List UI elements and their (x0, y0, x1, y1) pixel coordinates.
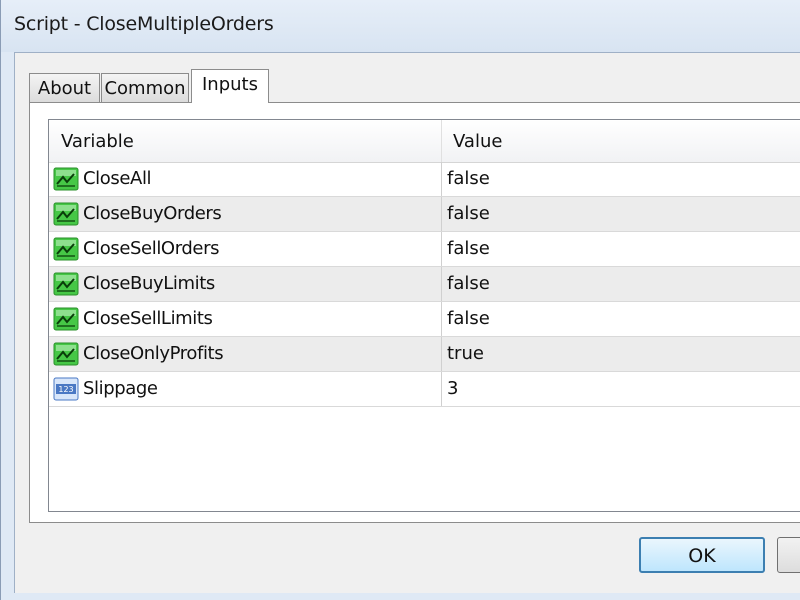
table-row[interactable]: CloseBuyOrders false (49, 197, 800, 232)
inputs-grid: Variable Value CloseAll false CloseBuyOrde… (48, 119, 800, 512)
variable-name: CloseOnlyProfits (83, 343, 224, 364)
column-divider (441, 197, 442, 231)
variable-name: Slippage (83, 378, 158, 399)
dialog-client-area: About Common Inputs Variable Value Close… (14, 52, 800, 593)
bool-param-icon (53, 272, 79, 296)
tab-common[interactable]: Common (101, 73, 189, 102)
table-row[interactable]: CloseBuyLimits false (49, 267, 800, 302)
variable-value[interactable]: 3 (447, 372, 458, 406)
title-bar[interactable]: Script - CloseMultipleOrders (1, 0, 800, 52)
bool-param-icon (53, 307, 79, 331)
column-divider (441, 372, 442, 406)
column-header-variable[interactable]: Variable (61, 120, 134, 162)
ok-button[interactable]: OK (639, 537, 765, 573)
bool-param-icon (53, 342, 79, 366)
grid-header: Variable Value (49, 120, 800, 163)
numeric-123-icon: 123 (53, 377, 79, 401)
numeric-icon-text: 123 (58, 385, 73, 394)
column-divider (441, 232, 442, 266)
tab-about[interactable]: About (29, 73, 100, 102)
bool-param-icon (53, 167, 79, 191)
inputs-tab-panel: Variable Value CloseAll false CloseBuyOrde… (29, 102, 800, 523)
table-row[interactable]: CloseSellOrders false (49, 232, 800, 267)
variable-name: CloseAll (83, 168, 152, 189)
cancel-button[interactable] (777, 537, 800, 573)
column-divider[interactable] (441, 120, 442, 162)
bool-param-icon (53, 202, 79, 226)
variable-name: CloseSellLimits (83, 308, 213, 329)
variable-value[interactable]: false (447, 232, 490, 266)
dialog-window: Script - CloseMultipleOrders About Commo… (0, 0, 800, 600)
tab-inputs[interactable]: Inputs (191, 69, 269, 103)
variable-value[interactable]: true (447, 337, 484, 371)
column-divider (441, 302, 442, 336)
column-header-value[interactable]: Value (453, 120, 502, 162)
variable-value[interactable]: false (447, 162, 490, 196)
variable-value[interactable]: false (447, 267, 490, 301)
table-row[interactable]: CloseAll false (49, 162, 800, 197)
table-row[interactable]: 123 Slippage 3 (49, 372, 800, 407)
column-divider (441, 337, 442, 371)
variable-name: CloseBuyOrders (83, 203, 222, 224)
bool-param-icon (53, 237, 79, 261)
variable-value[interactable]: false (447, 197, 490, 231)
variable-name: CloseBuyLimits (83, 273, 215, 294)
column-divider (441, 162, 442, 196)
table-row[interactable]: CloseOnlyProfits true (49, 337, 800, 372)
table-row[interactable]: CloseSellLimits false (49, 302, 800, 337)
window-title: Script - CloseMultipleOrders (14, 13, 274, 35)
column-divider (441, 267, 442, 301)
variable-value[interactable]: false (447, 302, 490, 336)
variable-name: CloseSellOrders (83, 238, 220, 259)
